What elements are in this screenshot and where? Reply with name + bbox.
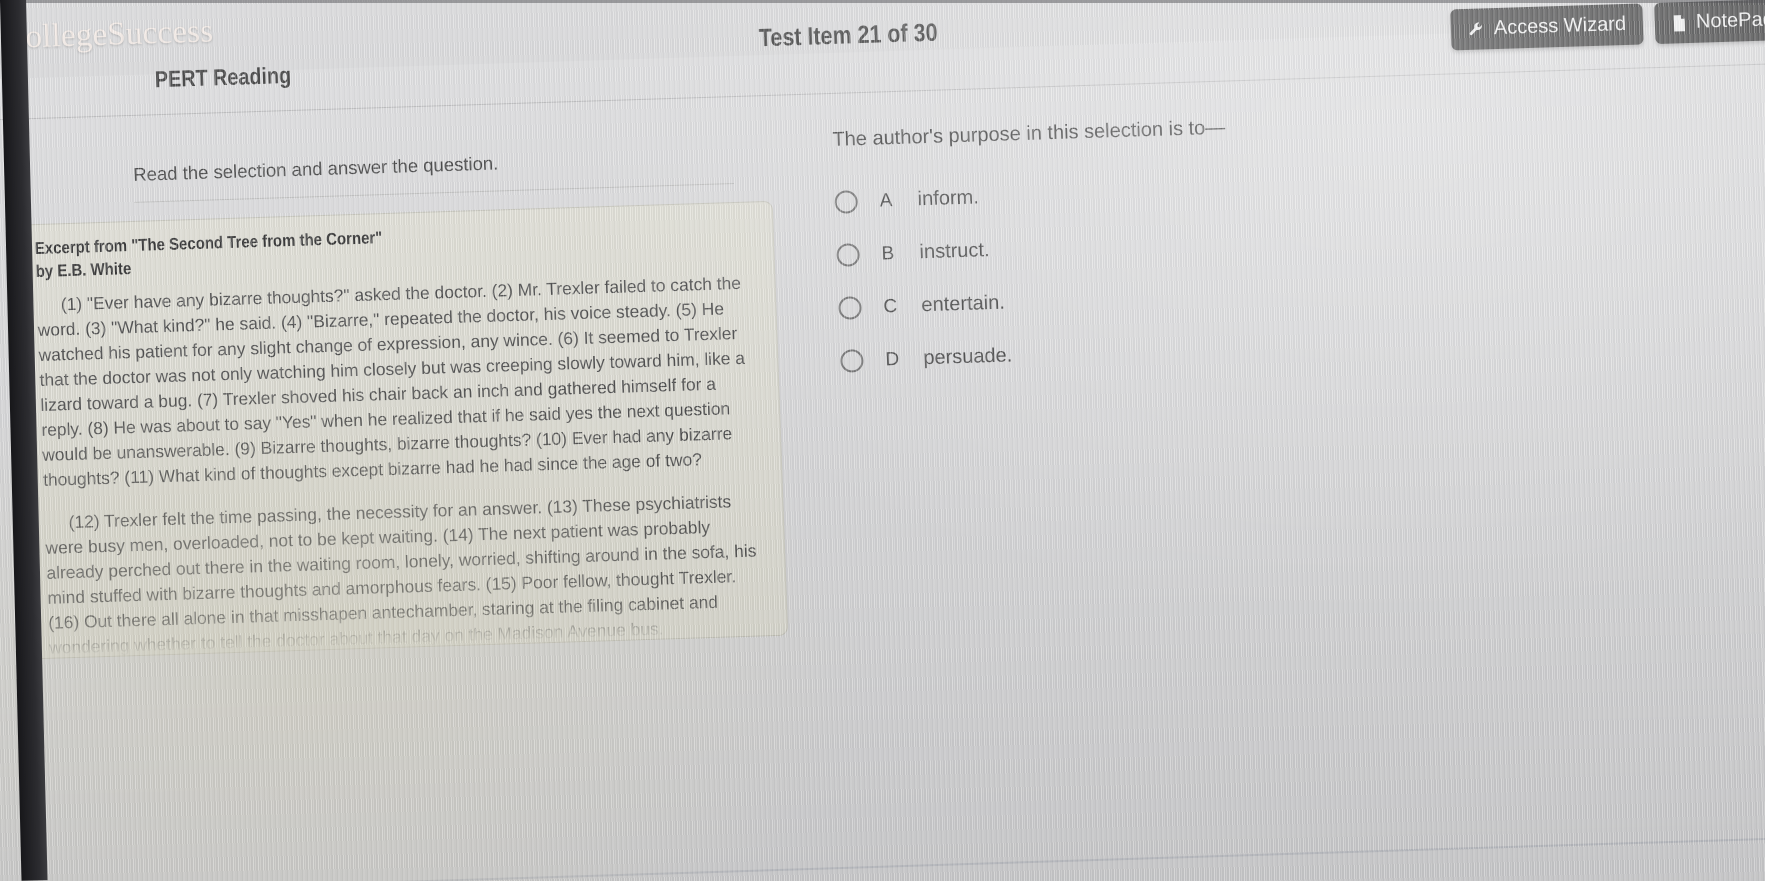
radio-button-c[interactable] — [838, 296, 862, 320]
choice-letter: B — [881, 242, 895, 264]
notepad-icon — [1672, 14, 1688, 32]
notepad-label: NotePad — [1695, 8, 1765, 33]
answer-choice-d[interactable]: D persuade. — [839, 330, 1461, 373]
choice-letter: D — [884, 348, 900, 370]
answer-choice-c[interactable]: C entertain. — [838, 277, 1459, 320]
monitor-bezel-top — [0, 0, 1765, 3]
radio-button-a[interactable] — [834, 190, 859, 214]
wrench-icon — [1468, 20, 1486, 38]
access-wizard-label: Access Wizard — [1493, 12, 1627, 40]
item-counter: Test Item 21 of 30 — [758, 18, 939, 53]
choice-letter: C — [883, 295, 898, 317]
choice-text: persuade. — [922, 344, 1013, 370]
monitor-screen: → ↻ ▢ CS CollegeSuccess Adriana Rosa-Per… — [0, 0, 1765, 881]
reading-divider — [134, 183, 734, 203]
choice-letter: A — [879, 189, 893, 211]
answer-choices: A inform. B instruct. C entertain. D per… — [834, 171, 1461, 373]
choice-text: instruct. — [919, 239, 990, 264]
choice-text: entertain. — [921, 291, 1006, 317]
notepad-button[interactable]: NotePad — [1654, 0, 1765, 45]
passage-card[interactable]: Excerpt from "The Second Tree from the C… — [12, 200, 789, 660]
access-wizard-button[interactable]: Access Wizard — [1450, 3, 1644, 51]
answer-choice-a[interactable]: A inform. — [834, 171, 1455, 214]
reading-column: Read the selection and answer the questi… — [0, 143, 810, 660]
passage-paragraph: (12) Trexler felt the time passing, the … — [45, 491, 757, 658]
answer-choice-b[interactable]: B instruct. — [836, 224, 1457, 267]
question-column: The author's purpose in this selection i… — [832, 107, 1462, 402]
page-title: PERT Reading — [154, 61, 292, 93]
choice-text: inform. — [917, 186, 980, 211]
photo-of-screen: → ↻ ▢ CS CollegeSuccess Adriana Rosa-Per… — [0, 0, 1765, 881]
radio-button-b[interactable] — [836, 243, 861, 267]
passage-paragraph: (1) "Ever have any bizarre thoughts?" as… — [37, 272, 746, 491]
web-page: → ↻ ▢ CS CollegeSuccess Adriana Rosa-Per… — [0, 0, 1765, 881]
brand-name: CollegeSuccess — [2, 12, 214, 56]
radio-button-d[interactable] — [839, 349, 864, 373]
